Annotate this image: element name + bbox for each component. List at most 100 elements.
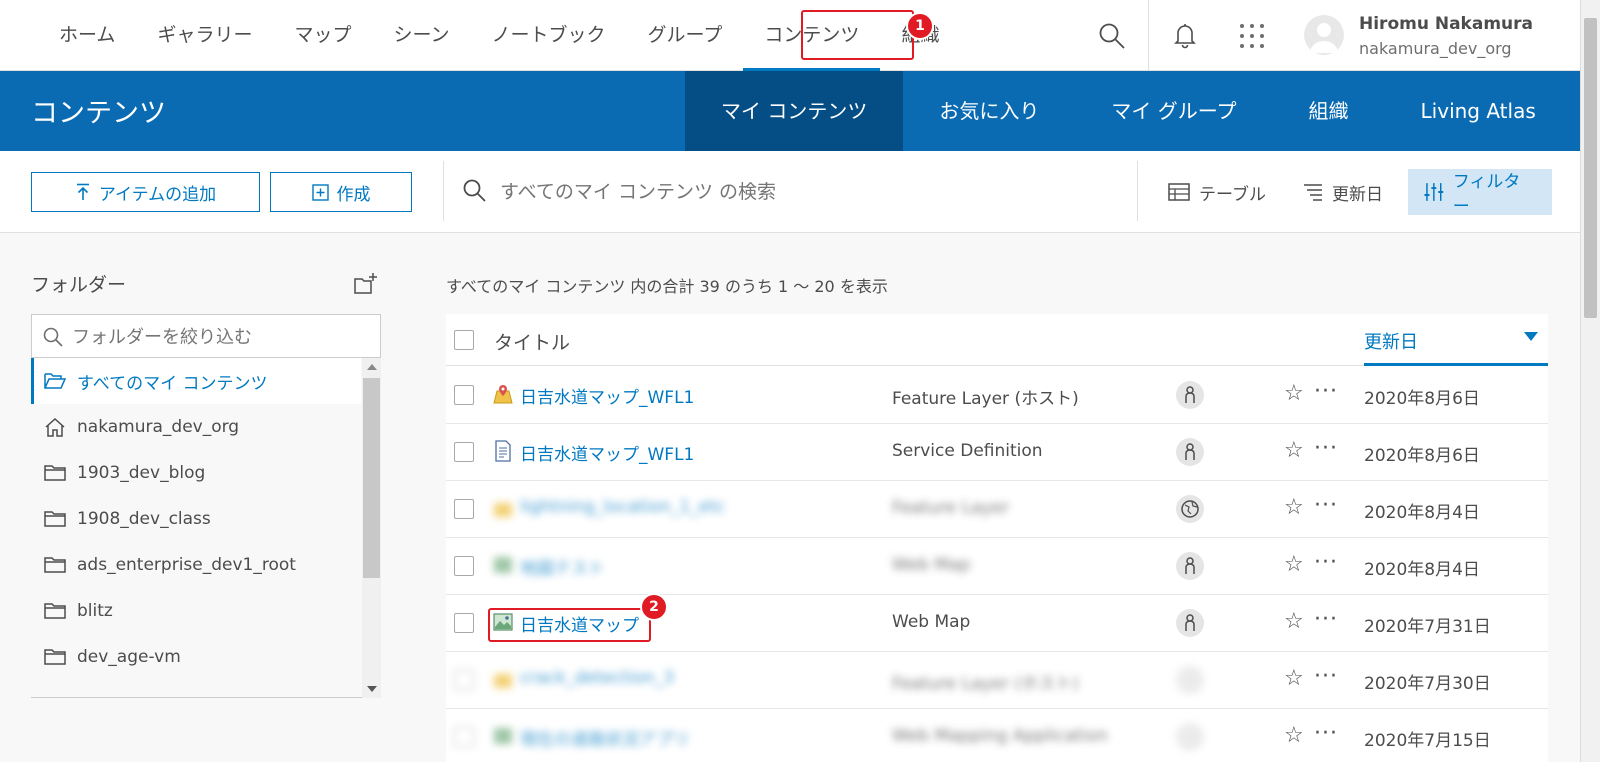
add-folder-icon[interactable] [354, 272, 378, 296]
scroll-up-arrow-icon[interactable] [367, 364, 377, 370]
private-icon [1176, 723, 1204, 751]
folder-icon [44, 603, 66, 619]
folder-icon [44, 649, 66, 665]
sort-button[interactable]: 更新日 [1303, 169, 1383, 215]
search-icon[interactable] [1098, 22, 1126, 50]
user-name[interactable]: Hiromu Nakamura [1359, 14, 1533, 34]
favorite-star-icon[interactable]: ☆ [1284, 723, 1304, 748]
folder-item-label: ads_enterprise_dev1_root [77, 555, 296, 575]
folder-item-root[interactable]: nakamura_dev_org [31, 404, 361, 450]
table-row: 地図テスト Web Map ☆ ··· 2020年8月4日 [446, 538, 1548, 595]
item-type: Service Definition [892, 441, 1043, 461]
filter-button[interactable]: フィルター [1408, 169, 1552, 217]
notification-bell-icon[interactable] [1170, 20, 1200, 50]
folder-filter-input[interactable] [72, 320, 372, 354]
tab-gallery[interactable]: ギャラリー [136, 0, 273, 71]
favorite-star-icon[interactable]: ☆ [1284, 609, 1304, 634]
page-scrollbar[interactable] [1580, 0, 1600, 762]
folder-scrollbar-thumb[interactable] [363, 378, 380, 578]
tab-groups[interactable]: グループ [627, 0, 744, 71]
table-view-label: テーブル [1199, 184, 1266, 205]
folder-item-label: dev_age-vm [77, 647, 181, 667]
favorite-star-icon[interactable]: ☆ [1284, 495, 1304, 520]
folder-item-label: blitz [77, 601, 113, 621]
top-navigation: ホーム ギャラリー マップ シーン ノートブック グループ コンテンツ 組織 H… [0, 0, 1580, 71]
more-options-icon[interactable]: ··· [1314, 721, 1338, 746]
results-summary: すべてのマイ コンテンツ 内の合計 39 のうち 1 ～ 20 を表示 [446, 277, 888, 296]
folder-item-label: 1908_dev_class [77, 509, 211, 529]
scroll-down-arrow-icon[interactable] [367, 686, 377, 692]
app-launcher-icon[interactable] [1238, 22, 1266, 50]
folder-item-all-content[interactable]: すべてのマイ コンテンツ [31, 358, 361, 404]
folder-filter-field[interactable] [31, 314, 381, 358]
row-checkbox[interactable] [454, 499, 474, 519]
folder-item[interactable]: ads_enterprise_dev1_root [31, 542, 361, 588]
sort-icon [1304, 184, 1322, 201]
more-options-icon[interactable]: ··· [1314, 550, 1338, 575]
item-title-link[interactable]: 地図テスト [520, 554, 605, 579]
table-row: lightning_location_1_etc Feature Layer ☆… [446, 481, 1548, 538]
content-search-input[interactable] [500, 173, 1120, 211]
more-options-icon[interactable]: ··· [1314, 607, 1338, 632]
folder-item[interactable]: dev_age-vm [31, 634, 361, 680]
tab-home[interactable]: ホーム [38, 0, 136, 71]
item-title-link[interactable]: crack_detection_3 [520, 668, 674, 688]
item-title-link[interactable]: 現在の道路状況アプリ [520, 725, 690, 750]
more-options-icon[interactable]: ··· [1314, 379, 1338, 404]
item-title-link[interactable]: lightning_location_1_etc [520, 497, 725, 517]
divider [443, 161, 444, 221]
tab-favorites[interactable]: お気に入り [903, 71, 1075, 151]
page-scrollbar-thumb[interactable] [1584, 18, 1597, 318]
tab-living-atlas[interactable]: Living Atlas [1385, 71, 1572, 151]
tab-map[interactable]: マップ [273, 0, 372, 71]
folder-open-icon [44, 373, 66, 389]
column-header-title[interactable]: タイトル [494, 328, 570, 355]
more-options-icon[interactable]: ··· [1314, 493, 1338, 518]
row-checkbox[interactable] [454, 556, 474, 576]
add-item-button[interactable]: アイテムの追加 [31, 172, 260, 212]
tab-notebook[interactable]: ノートブック [471, 0, 627, 71]
folder-icon [44, 557, 66, 573]
avatar[interactable] [1304, 15, 1344, 55]
table-icon [1168, 183, 1190, 201]
tab-scene[interactable]: シーン [372, 0, 470, 71]
highlight-box-content-tab [801, 10, 914, 60]
folder-list-scrollbar[interactable] [362, 358, 381, 698]
item-modified-date: 2020年8月6日 [1364, 389, 1480, 409]
item-modified-date: 2020年8月4日 [1364, 503, 1480, 523]
tab-org-content[interactable]: 組織 [1273, 71, 1385, 151]
favorite-star-icon[interactable]: ☆ [1284, 552, 1304, 577]
web-map-icon [494, 557, 512, 573]
more-options-icon[interactable]: ··· [1314, 664, 1338, 689]
select-all-checkbox[interactable] [454, 330, 474, 350]
row-checkbox[interactable] [454, 727, 474, 747]
folder-icon [44, 465, 66, 481]
tab-my-groups[interactable]: マイ グループ [1075, 71, 1272, 151]
web-map-icon [494, 728, 512, 744]
table-row: 日吉水道マップ_WFL1 Service Definition ☆ ··· 20… [446, 424, 1548, 481]
row-checkbox[interactable] [454, 442, 474, 462]
row-checkbox[interactable] [454, 613, 474, 633]
column-header-modified[interactable]: 更新日 [1364, 314, 1548, 366]
favorite-star-icon[interactable]: ☆ [1284, 381, 1304, 406]
item-type: Feature Layer (ホスト) [892, 389, 1079, 409]
item-type: Feature Layer [892, 498, 1010, 518]
feature-layer-icon [494, 674, 512, 688]
private-icon [1176, 552, 1204, 580]
item-title-link[interactable]: 日吉水道マップ_WFL1 [520, 383, 694, 408]
item-title-link[interactable]: 日吉水道マップ_WFL1 [520, 440, 694, 465]
create-button[interactable]: 作成 [270, 172, 412, 212]
folder-item[interactable]: blitz [31, 588, 361, 634]
filter-sliders-icon [1424, 183, 1444, 201]
favorite-star-icon[interactable]: ☆ [1284, 666, 1304, 691]
row-checkbox[interactable] [454, 670, 474, 690]
sort-descending-icon [1524, 332, 1538, 341]
folder-item[interactable]: 1908_dev_class [31, 496, 361, 542]
more-options-icon[interactable]: ··· [1314, 436, 1338, 461]
favorite-star-icon[interactable]: ☆ [1284, 438, 1304, 463]
tab-my-content[interactable]: マイ コンテンツ [685, 71, 904, 151]
table-view-button[interactable]: テーブル [1168, 169, 1266, 215]
page-title: コンテンツ [31, 98, 166, 129]
folder-item[interactable]: 1903_dev_blog [31, 450, 361, 496]
row-checkbox[interactable] [454, 385, 474, 405]
